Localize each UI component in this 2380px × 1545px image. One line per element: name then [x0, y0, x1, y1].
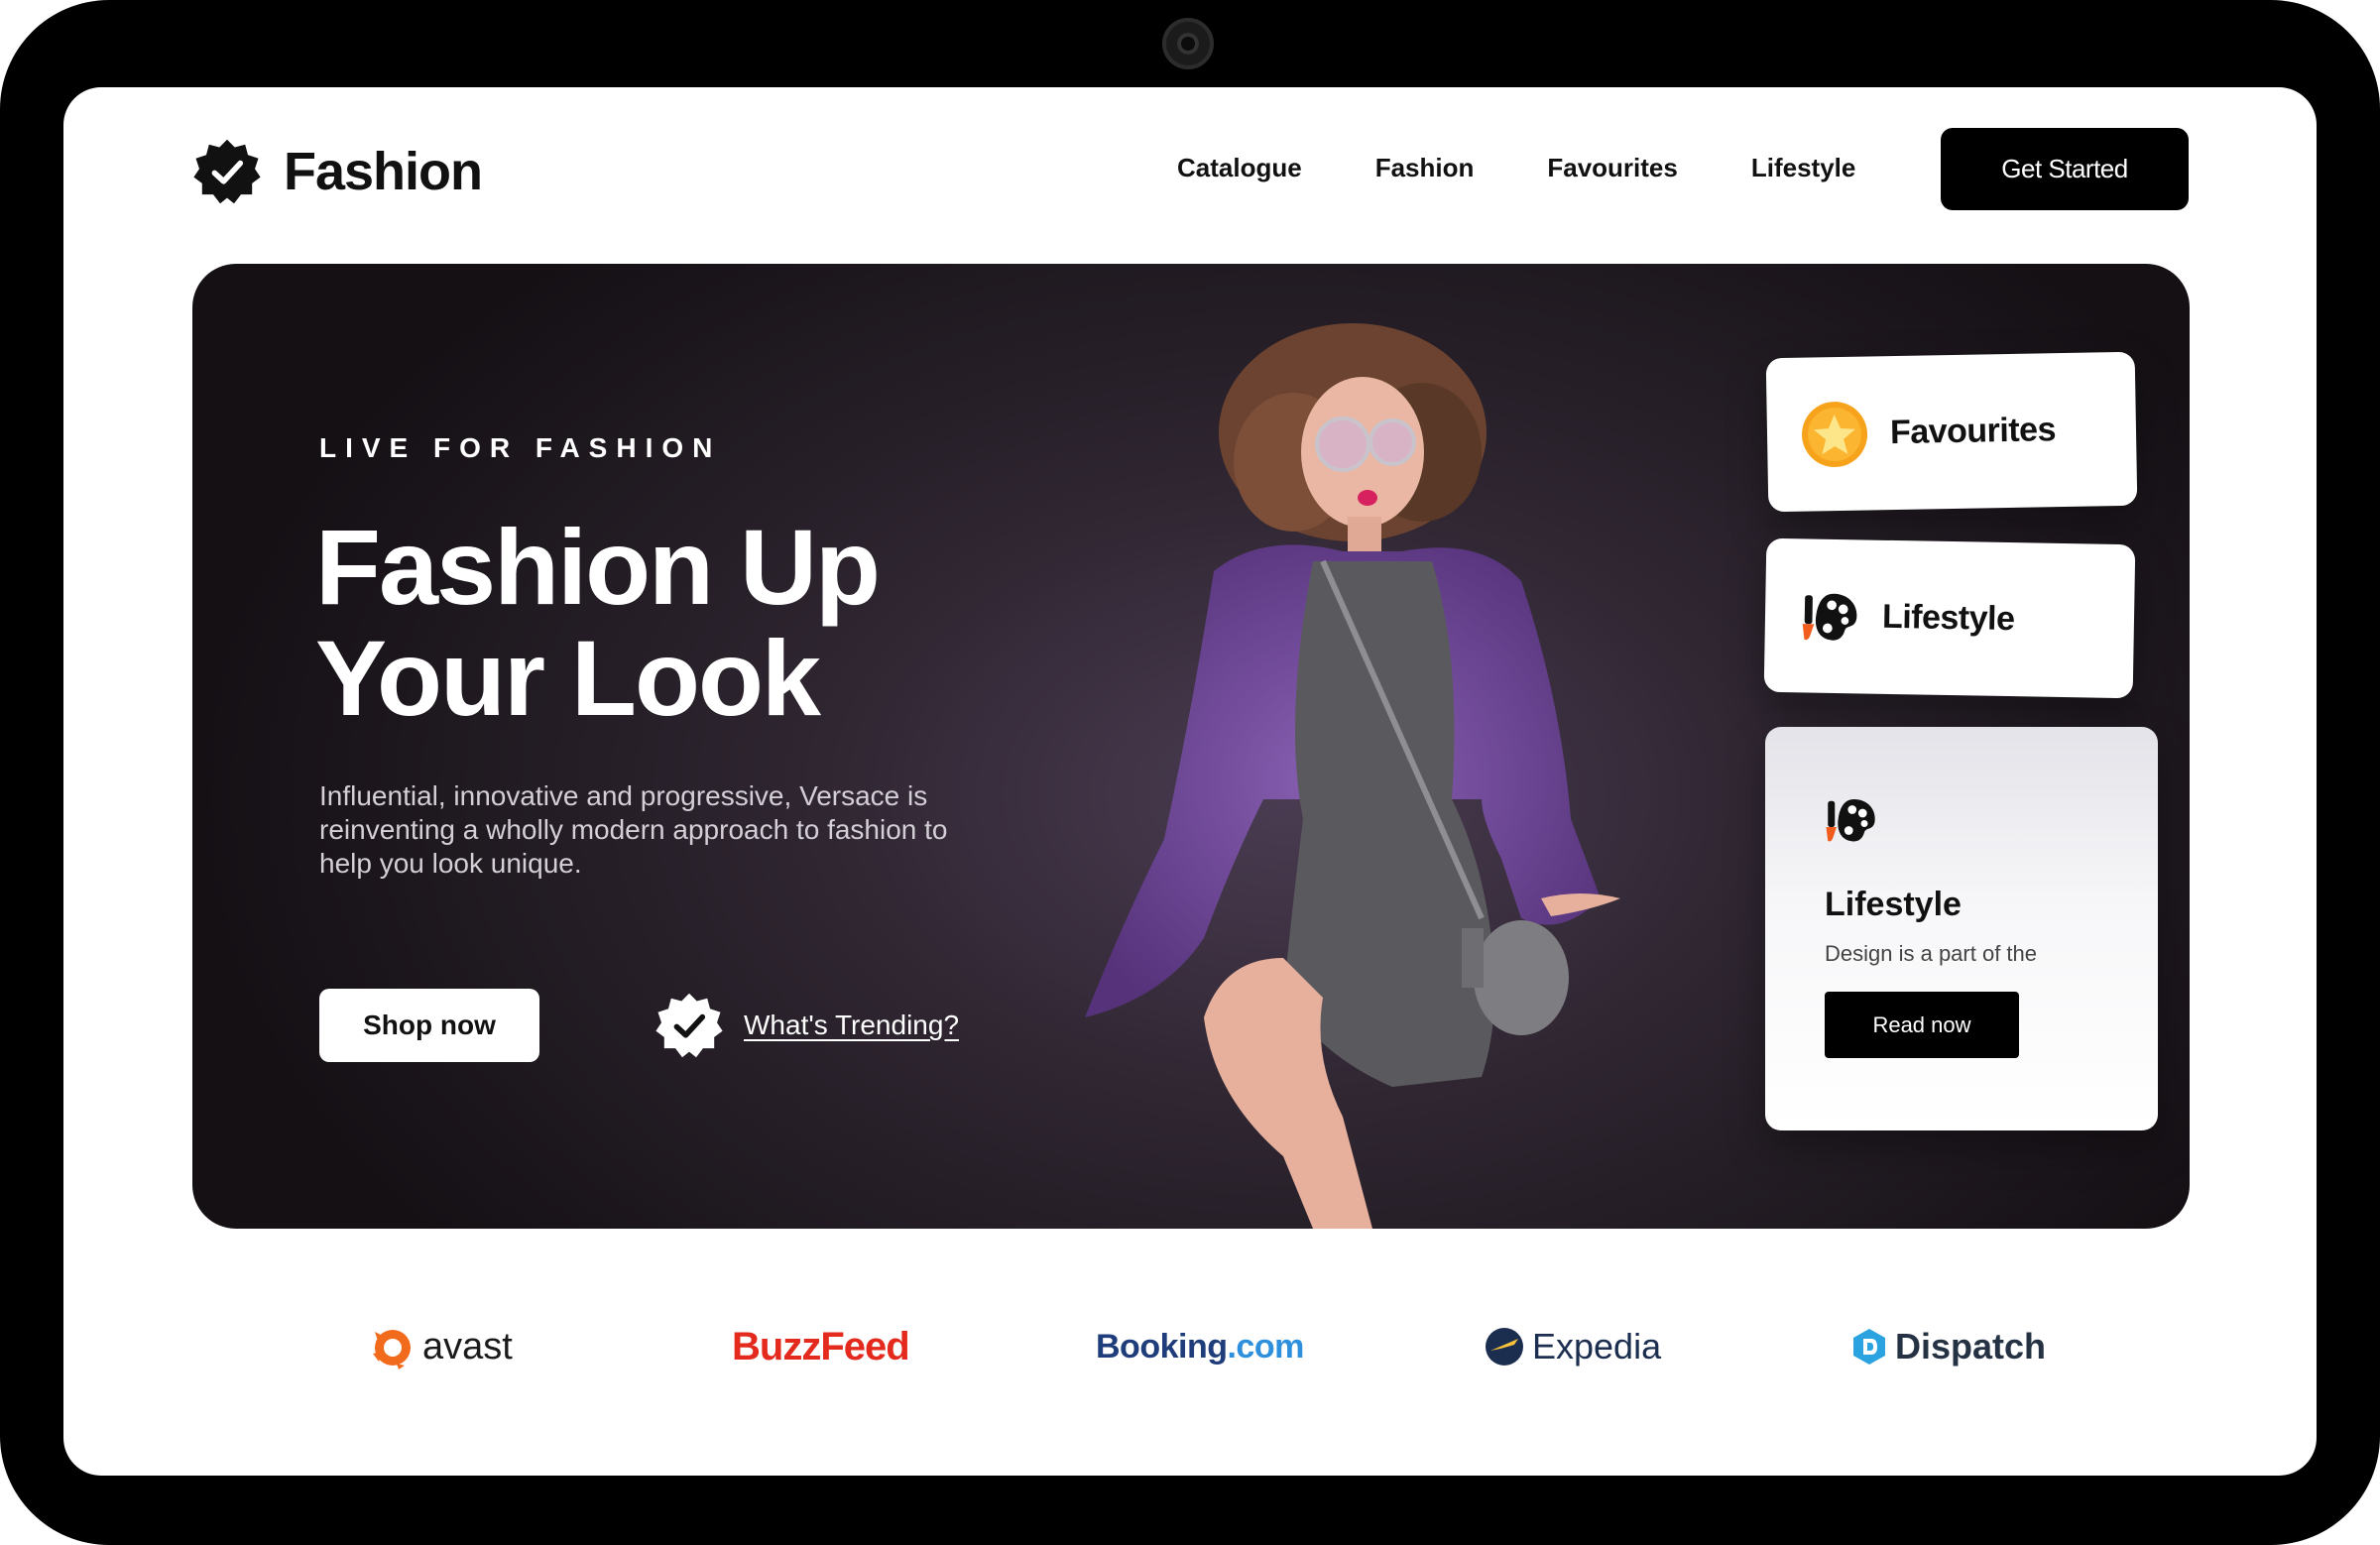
feature-card-description: Design is a part of the: [1825, 941, 2038, 966]
star-icon: [1802, 401, 1868, 467]
hero-banner: LIVE FOR FASHION Fashion Up Your Look In…: [192, 264, 2190, 1229]
booking-logo: Booking.com: [1096, 1312, 1304, 1381]
palette-brush-icon: [1802, 593, 1857, 641]
nav-fashion[interactable]: Fashion: [1375, 153, 1475, 183]
hero-headline-line2: Your Look: [315, 618, 821, 738]
expedia-icon: [1486, 1328, 1523, 1366]
favourites-card-title: Favourites: [1889, 411, 2057, 452]
badge-check-icon: [655, 993, 723, 1058]
avast-wordmark: avast: [422, 1325, 513, 1367]
buzzfeed-logo: BuzzFeed: [732, 1312, 910, 1381]
get-started-button[interactable]: Get Started: [1941, 128, 2189, 210]
avast-logo: avast: [369, 1312, 513, 1381]
tablet-frame: Fashion Catalogue Fashion Favourites Lif…: [0, 0, 2380, 1545]
buzzfeed-wordmark: BuzzFeed: [732, 1324, 910, 1368]
feature-card-title: Lifestyle: [1825, 886, 1962, 923]
badge-check-icon: [193, 139, 261, 204]
hero-headline-line1: Fashion Up: [315, 507, 881, 627]
lifestyle-card-title: Lifestyle: [1881, 597, 2015, 639]
site-logo[interactable]: Fashion: [192, 137, 483, 206]
whats-trending-link[interactable]: What's Trending?: [744, 1010, 959, 1041]
expedia-logo: Expedia: [1485, 1312, 1661, 1381]
avast-icon: [373, 1330, 411, 1369]
nav-catalogue[interactable]: Catalogue: [1177, 153, 1302, 183]
lifestyle-feature-card: Lifestyle Design is a part of the Read n…: [1765, 727, 2158, 1130]
nav-lifestyle[interactable]: Lifestyle: [1751, 153, 1856, 183]
lifestyle-card-content: Lifestyle: [1798, 538, 2016, 696]
partner-logos: avast BuzzFeed Booking.com Expedia Dispa…: [63, 1312, 2317, 1381]
expedia-wordmark: Expedia: [1532, 1326, 1662, 1367]
site-logo-text: Fashion: [284, 142, 483, 201]
dispatch-icon: [1853, 1329, 1885, 1365]
hero-description: Influential, innovative and progressive,…: [319, 780, 948, 879]
palette-brush-icon: [1826, 799, 1875, 842]
dispatch-wordmark: Dispatch: [1895, 1326, 2047, 1367]
favourites-card-content: Favourites: [1800, 353, 2058, 511]
model-photo: [1085, 323, 1620, 1229]
hero-headline: Fashion Up Your Look: [315, 512, 1069, 734]
lifestyle-card[interactable]: Lifestyle: [1763, 537, 2136, 699]
dispatch-logo: Dispatch: [1851, 1312, 2046, 1381]
nav-favourites[interactable]: Favourites: [1547, 153, 1678, 183]
camera-icon: [1162, 18, 1214, 69]
shop-now-button[interactable]: Shop now: [319, 989, 539, 1062]
read-now-button[interactable]: Read now: [1825, 992, 2019, 1058]
whats-trending[interactable]: What's Trending?: [654, 991, 959, 1060]
screen: Fashion Catalogue Fashion Favourites Lif…: [63, 87, 2317, 1476]
favourites-card[interactable]: Favourites: [1765, 351, 2138, 513]
main-nav: Catalogue Fashion Favourites Lifestyle: [1177, 153, 1855, 183]
booking-domain: .com: [1227, 1327, 1304, 1366]
hero-eyebrow: LIVE FOR FASHION: [319, 432, 722, 463]
booking-wordmark: Booking: [1096, 1327, 1228, 1366]
